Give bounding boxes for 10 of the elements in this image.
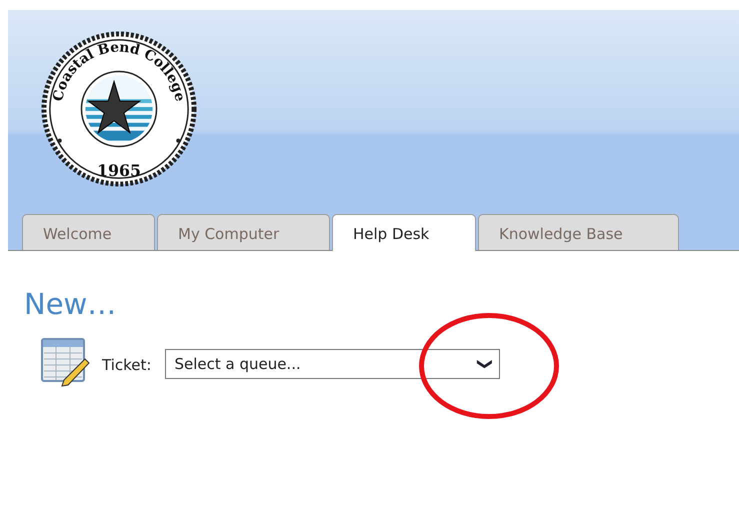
- nav-tab[interactable]: Knowledge Base: [478, 214, 679, 250]
- page-heading: New…: [24, 287, 116, 321]
- chevron-icon: ❯: [476, 358, 494, 370]
- ticket-label: Ticket:: [102, 356, 152, 374]
- nav-tab[interactable]: Help Desk: [332, 214, 476, 251]
- seal-year: 1965: [97, 161, 141, 180]
- form-pencil-icon: [40, 337, 90, 387]
- nav-tab[interactable]: My Computer: [157, 214, 330, 250]
- nav-tab[interactable]: Welcome: [22, 214, 155, 250]
- queue-dropdown[interactable]: Select a queue... ❯: [165, 349, 500, 379]
